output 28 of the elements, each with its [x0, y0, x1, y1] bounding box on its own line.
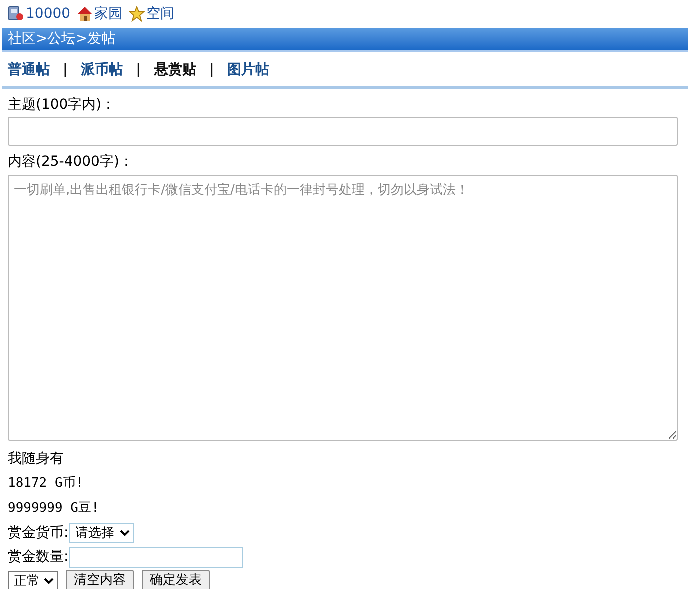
post-type-tab[interactable]: 普通帖: [8, 60, 50, 80]
post-type-tab[interactable]: 派币帖: [81, 60, 124, 80]
tab-separator: |: [136, 60, 142, 80]
content-label: 内容(25-4000字)：: [8, 153, 134, 172]
content-field[interactable]: 一切刷单,出售出租银行卡/微信支付宝/电话卡的一律封号处理，切勿以身试法！: [8, 175, 678, 441]
top-link[interactable]: 空间: [128, 4, 175, 24]
post-type-tab[interactable]: 悬赏贴: [154, 60, 196, 80]
tab-separator: |: [63, 60, 68, 80]
top-link[interactable]: 10000: [8, 4, 71, 24]
post-type-tab[interactable]: 图片帖: [227, 60, 270, 80]
tab-separator: |: [209, 60, 214, 80]
house-icon: [76, 6, 93, 22]
amount-label: 赏金数量:: [8, 548, 69, 566]
currency-label: 赏金货币:: [8, 524, 69, 542]
subject-label: 主题(100字内)：: [8, 96, 117, 115]
user-card-icon: [8, 6, 24, 22]
currency-select[interactable]: 请选择: [68, 523, 134, 543]
breadcrumb-bar: 社区>公坛>发帖: [2, 28, 688, 52]
mode-select[interactable]: 正常: [8, 571, 58, 589]
amount-field[interactable]: [68, 546, 243, 568]
wallet-balance: 18172 G币!: [8, 475, 85, 493]
form-button[interactable]: 确定发表: [142, 570, 210, 589]
wallet-title: 我随身有: [8, 450, 65, 469]
top-link[interactable]: 家园: [76, 4, 123, 24]
star-icon: [128, 6, 145, 22]
subject-field[interactable]: [8, 117, 678, 146]
form-button[interactable]: 清空内容: [66, 570, 134, 589]
wallet-balance: 9999999 G豆!: [8, 500, 100, 518]
